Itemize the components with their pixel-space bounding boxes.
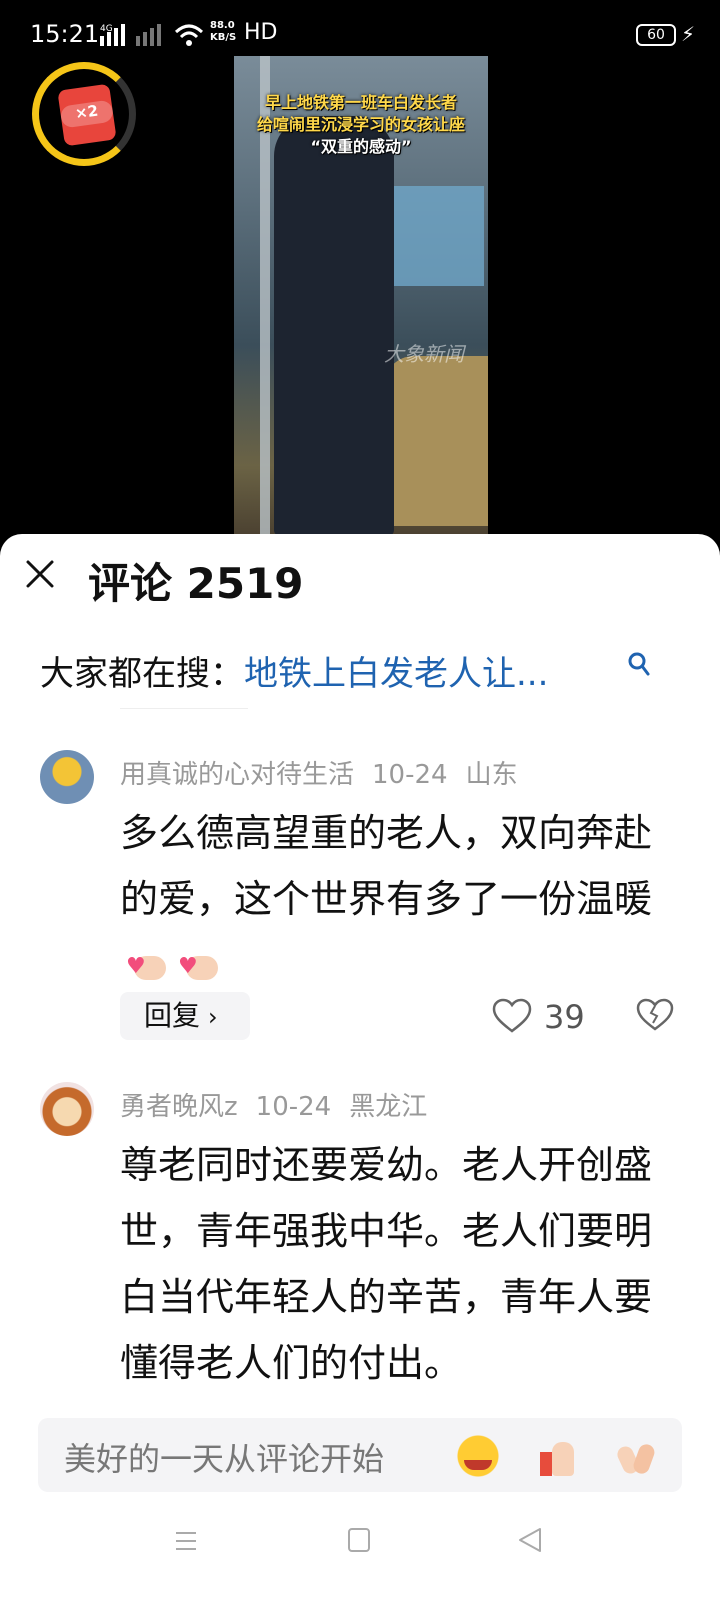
video-person (274, 116, 394, 536)
laughing-emoji-icon[interactable] (456, 1434, 500, 1478)
comment-text-wrap[interactable]: 多么德高望重的老人，双向奔赴的爱，这个世界有多了一份温暖 (120, 800, 680, 1000)
caption-line-2: 给喧闹里沉浸学习的女孩让座 (256, 115, 465, 134)
home-icon[interactable] (348, 1528, 370, 1552)
divider (120, 708, 248, 709)
comment-date: 10-24 (255, 1092, 332, 1122)
trending-search-prefix: 大家都在搜： (40, 654, 244, 694)
caption-line-3: “双重的感动” (310, 137, 412, 156)
broken-heart-icon[interactable] (636, 998, 674, 1032)
comment-text[interactable]: 尊老同时还要爱幼。老人开创盛世，青年强我中华。老人们要明白当代年轻人的辛苦，青年… (120, 1132, 680, 1396)
system-nav-bar (0, 1500, 720, 1600)
close-icon[interactable] (22, 556, 58, 592)
search-icon[interactable] (628, 652, 650, 678)
heart-outline-icon[interactable] (492, 998, 532, 1034)
avatar[interactable] (40, 1082, 94, 1136)
comment-username[interactable]: 用真诚的心对待生活 (120, 760, 354, 790)
comment-location: 黑龙江 (349, 1092, 428, 1122)
net-speed: 88.0 KB/S (210, 20, 236, 44)
comment-input-placeholder: 美好的一天从评论开始 (64, 1440, 385, 1478)
reply-button[interactable]: 回复 › (120, 992, 250, 1040)
caption-line-1: 早上地铁第一班车白发长者 (264, 93, 457, 112)
video-seat (384, 356, 488, 526)
comment-location: 山东 (465, 760, 518, 790)
comment-date: 10-24 (372, 760, 448, 790)
signal-icon: 4G (100, 24, 161, 46)
chevron-right-icon: › (208, 1003, 218, 1031)
back-icon[interactable] (516, 1526, 544, 1554)
clapping-emoji-icon[interactable] (614, 1434, 658, 1478)
finger-heart-emoji (126, 934, 172, 1000)
avatar[interactable] (40, 750, 94, 804)
comment-input[interactable]: 美好的一天从评论开始 (38, 1418, 682, 1492)
video-frame[interactable]: 早上地铁第一班车白发长者 给喧闹里沉浸学习的女孩让座 “双重的感动” 大象新闻 (234, 56, 488, 538)
wifi-icon (174, 24, 204, 46)
red-packet-icon: ×2 (57, 83, 117, 147)
net-speed-unit: KB/S (210, 32, 237, 43)
comment-meta: 用真诚的心对待生活 10-24 山东 (120, 754, 536, 791)
comments-title: 评论 2519 (88, 559, 304, 608)
like-count: 39 (544, 998, 585, 1036)
trending-search-link[interactable]: 地铁上白发老人让... (244, 654, 548, 694)
net-speed-value: 88.0 (210, 20, 235, 31)
comment-text: 多么德高望重的老人，双向奔赴的爱，这个世界有多了一份温暖 (120, 811, 653, 921)
red-packet-reward-badge[interactable]: ×2 (32, 62, 136, 166)
battery-indicator: 60 (636, 24, 676, 46)
charging-icon: ⚡ (681, 22, 696, 46)
finger-heart-emoji (178, 934, 224, 1000)
comment-meta: 勇者晚风z 10-24 黑龙江 (120, 1086, 445, 1123)
thumbs-up-emoji-icon[interactable] (536, 1434, 580, 1478)
hd-indicator: HD (244, 20, 278, 45)
video-watermark: 大象新闻 (384, 342, 464, 366)
menu-icon[interactable] (174, 1530, 198, 1552)
reply-label: 回复 (144, 999, 201, 1032)
video-caption: 早上地铁第一班车白发长者 给喧闹里沉浸学习的女孩让座 “双重的感动” (234, 92, 488, 158)
trending-search: 大家都在搜：地铁上白发老人让... (40, 646, 548, 695)
comment-username[interactable]: 勇者晚风z (120, 1092, 238, 1122)
status-time: 15:21 (30, 20, 100, 48)
reward-multiplier: ×2 (59, 99, 115, 129)
